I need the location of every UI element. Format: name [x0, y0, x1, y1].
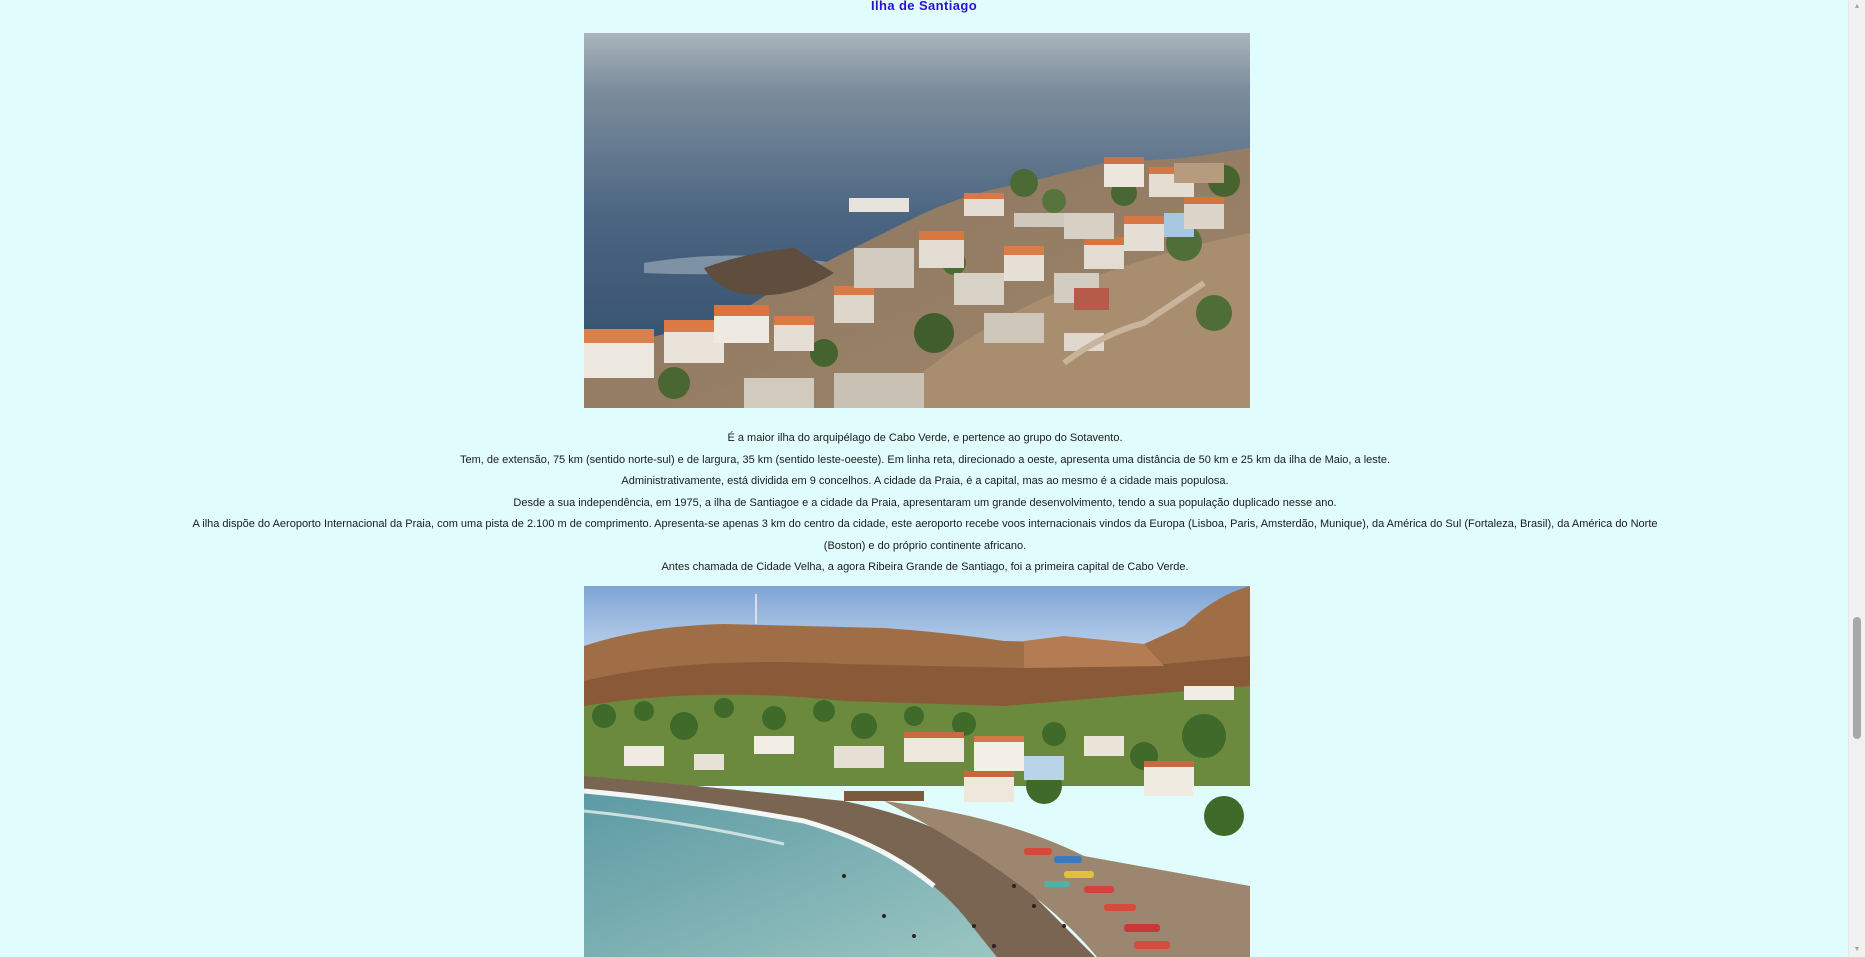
paragraph-1: É a maior ilha do arquipélago de Cabo Ve… [727, 432, 1123, 444]
scroll-down-arrow-icon[interactable]: ▼ [1849, 943, 1865, 957]
scrollbar-thumb[interactable] [1853, 617, 1861, 739]
section-title: Ilha de Santiago [870, 0, 978, 13]
paragraph-6: Antes chamada de Cidade Velha, a agora R… [661, 561, 1189, 573]
paragraph-3: Administrativamente, está dividida em 9 … [621, 475, 1229, 487]
scroll-up-arrow-icon[interactable]: ▲ [1849, 0, 1865, 14]
beach-bay-photo [584, 586, 1250, 957]
paragraph-5: A ilha dispõe do Aeroporto Internacional… [192, 518, 1658, 552]
paragraph-2: Tem, de extensão, 75 km (sentido norte-s… [460, 453, 1390, 466]
island-description: É a maior ilha do arquipélago de Cabo Ve… [183, 428, 1667, 579]
page: Ilha de Santiago É a maior ilha do arqui… [0, 0, 1848, 957]
vertical-scrollbar[interactable]: ▲ ▼ [1848, 0, 1865, 957]
coastal-village-photo [584, 33, 1250, 408]
paragraph-4: Desde a sua independência, em 1975, a il… [513, 496, 1337, 509]
